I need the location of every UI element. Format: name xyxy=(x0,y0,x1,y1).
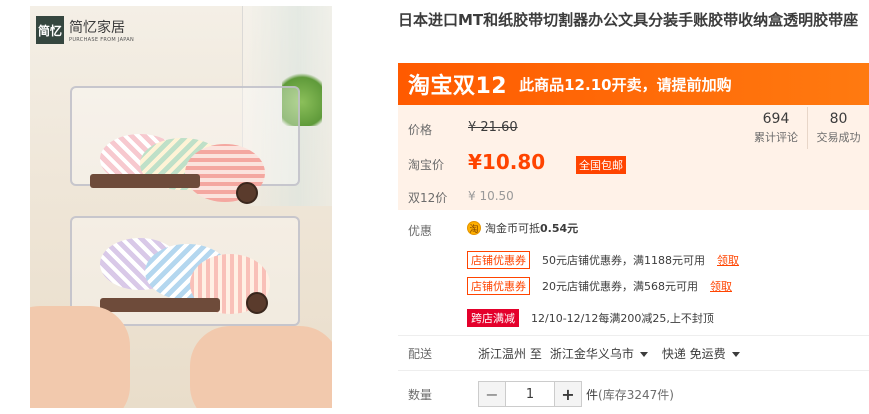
discount-label: 优惠 xyxy=(408,224,433,238)
cross-store-tag: 跨店满减 xyxy=(467,309,519,327)
price-panel: 价格 ¥ 21.60 淘宝价 ¥10.80 全国包邮 双12价 ¥ 10.50 … xyxy=(398,105,869,210)
quantity-stepper: − + xyxy=(478,381,582,407)
taobao-price: ¥10.80 xyxy=(468,150,546,174)
section-divider xyxy=(398,370,869,371)
claim-coupon-link[interactable]: 领取 xyxy=(717,252,739,268)
double12-logo: 淘宝双12 xyxy=(408,74,508,99)
sales-stats: 694 累计评论 80 交易成功 xyxy=(745,107,869,149)
taojinbi-coin-icon: 淘 xyxy=(467,221,481,235)
brand-logo: 简忆 简忆家居 PURCHASE FROM JAPAN xyxy=(36,16,134,44)
quantity-unit: 件 xyxy=(586,387,599,402)
shipping-label: 配送 xyxy=(408,347,433,361)
cutter-blade-lower xyxy=(100,298,220,312)
taojinbi-text: 淘金币可抵 xyxy=(485,222,540,235)
hand-right xyxy=(190,326,332,408)
quantity-input[interactable] xyxy=(505,382,555,406)
stock-count: (库存3247件) xyxy=(598,387,674,402)
ship-from: 浙江温州 至 xyxy=(478,347,542,361)
claim-coupon-link[interactable]: 领取 xyxy=(710,278,732,294)
original-price: ¥ 21.60 xyxy=(468,120,518,135)
coupon-row: 店铺优惠券 50元店铺优惠券，满1188元可用 领取 xyxy=(467,251,739,269)
shop-coupon-tag: 店铺优惠券 xyxy=(467,251,530,269)
promo-text: 此商品12.10开卖，请提前加购 xyxy=(519,75,732,94)
chevron-down-icon xyxy=(731,352,740,357)
quantity-row: 数量 − + 件 (库存3247件) xyxy=(398,381,674,407)
promo-banner: 淘宝双12 此商品12.10开卖，请提前加购 xyxy=(398,63,869,105)
ship-to-select[interactable]: 浙江金华义乌市 xyxy=(550,345,648,362)
brand-name: 简忆家居 xyxy=(69,20,125,36)
hand-left xyxy=(30,306,130,408)
shipping-method: 快递 免运费 xyxy=(661,347,726,361)
stat-transactions: 80 交易成功 xyxy=(807,107,869,149)
increase-button[interactable]: + xyxy=(555,382,581,406)
transaction-count-label: 交易成功 xyxy=(816,131,861,144)
shipping-row: 配送 浙江温州 至 浙江金华义乌市 快递 免运费 xyxy=(398,345,740,362)
brand-tagline: PURCHASE FROM JAPAN xyxy=(69,37,135,43)
decrease-button[interactable]: − xyxy=(479,382,505,406)
cross-store-text: 12/10-12/12每满200减25,上不封顶 xyxy=(531,312,714,325)
review-count: 694 xyxy=(762,111,790,127)
product-page: 简忆 简忆家居 PURCHASE FROM JAPAN 日本进口MT和纸胶带切割… xyxy=(0,0,869,414)
product-image[interactable]: 简忆 简忆家居 PURCHASE FROM JAPAN xyxy=(30,6,332,408)
coupon-row: 店铺优惠券 20元店铺优惠券，满568元可用 领取 xyxy=(467,277,732,295)
brand-logo-mark: 简忆 xyxy=(36,16,64,44)
chevron-down-icon xyxy=(639,352,648,357)
dispenser-knob xyxy=(236,182,258,204)
stat-reviews[interactable]: 694 累计评论 xyxy=(745,107,807,149)
taobao-price-label: 淘宝价 xyxy=(408,158,445,172)
section-divider xyxy=(398,335,869,336)
coupon-text: 20元店铺优惠券，满568元可用 xyxy=(542,280,698,293)
original-price-label: 价格 xyxy=(408,123,433,137)
ship-to: 浙江金华义乌市 xyxy=(549,347,634,361)
product-title[interactable]: 日本进口MT和纸胶带切割器办公文具分装手账胶带收纳盒透明胶带座 xyxy=(398,10,868,31)
cross-store-row: 跨店满减 12/10-12/12每满200减25,上不封顶 xyxy=(467,309,714,327)
transaction-count: 80 xyxy=(829,111,848,127)
review-count-label: 累计评论 xyxy=(754,131,798,144)
coupon-text: 50元店铺优惠券，满1188元可用 xyxy=(542,254,705,267)
taojinbi-row: 淘 淘金币可抵 0.54元 xyxy=(467,220,578,236)
quantity-label: 数量 xyxy=(408,387,433,402)
shipping-method-select[interactable]: 快递 免运费 xyxy=(662,345,740,362)
double12-price-label: 双12价 xyxy=(408,191,448,205)
shop-coupon-tag: 店铺优惠券 xyxy=(467,277,530,295)
double12-price: ¥ 10.50 xyxy=(468,189,514,203)
taojinbi-amount: 0.54元 xyxy=(540,222,579,235)
cutter-blade-upper xyxy=(90,174,200,188)
free-shipping-badge: 全国包邮 xyxy=(576,156,626,174)
dispenser-knob xyxy=(246,292,268,314)
